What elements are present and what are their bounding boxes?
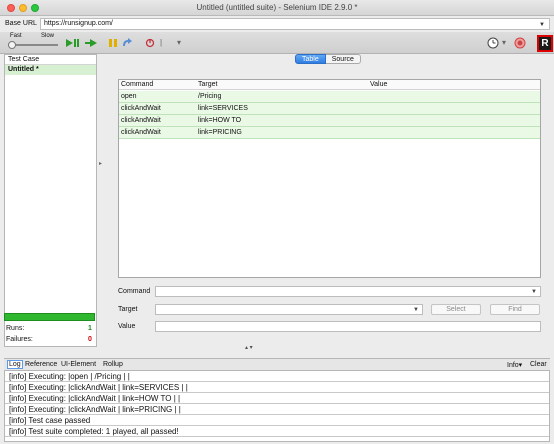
- test-case-header: Test Case: [5, 55, 96, 65]
- chevron-down-icon[interactable]: ▾: [502, 38, 506, 47]
- tab-log[interactable]: Log: [7, 360, 23, 369]
- base-url-value: https://runsignup.com/: [44, 20, 113, 27]
- log-line: [info] Executing: |clickAndWait | link=H…: [5, 393, 549, 404]
- chevron-down-icon[interactable]: ▾: [177, 38, 181, 47]
- table-row[interactable]: open /Pricing: [119, 91, 540, 103]
- tab-rollup[interactable]: Rollup: [103, 361, 123, 368]
- row-target: /Pricing: [198, 93, 222, 100]
- column-header-target[interactable]: Target: [198, 81, 217, 88]
- window-title: Untitled (untitled suite) - Selenium IDE…: [196, 3, 358, 12]
- base-url-input[interactable]: https://runsignup.com/ ▼: [40, 18, 550, 30]
- table-header: Command Target Value: [119, 80, 540, 90]
- vertical-splitter-handle[interactable]: ▸: [99, 160, 102, 167]
- tab-table[interactable]: Table: [295, 54, 326, 64]
- base-url-row: Base URL https://runsignup.com/ ▼: [0, 16, 554, 32]
- log-line: [info] Executing: |clickAndWait | link=S…: [5, 382, 549, 393]
- step-icon[interactable]: [120, 37, 134, 49]
- runs-label: Runs:: [6, 325, 25, 332]
- log-line: [info] Test suite completed: 1 played, a…: [5, 426, 549, 437]
- command-label: Command: [118, 288, 151, 295]
- log-tabs-bar: Log Reference UI-Element Rollup Info▾ Cl…: [4, 358, 550, 370]
- test-case-panel: Test Case Untitled *: [4, 54, 97, 347]
- runs-value: 1: [88, 325, 92, 332]
- log-line: [info] Test case passed: [5, 415, 549, 426]
- chevron-down-icon[interactable]: ▼: [539, 22, 545, 28]
- toolbar: Fast Slow | ▾ ▾ R: [0, 32, 554, 54]
- title-bar: Untitled (untitled suite) - Selenium IDE…: [0, 0, 554, 16]
- selenium-logo[interactable]: R: [537, 35, 553, 52]
- chevron-down-icon[interactable]: ▼: [531, 289, 537, 295]
- column-header-value[interactable]: Value: [370, 81, 387, 88]
- row-command: clickAndWait: [121, 105, 161, 112]
- run-progress-bar: [4, 313, 95, 321]
- row-command: clickAndWait: [121, 117, 161, 124]
- speed-fast-label: Fast: [10, 33, 22, 39]
- speed-slow-label: Slow: [41, 33, 55, 39]
- rollup-icon[interactable]: [143, 37, 157, 49]
- log-line: [info] Executing: |open | /Pricing | |: [5, 371, 549, 382]
- target-label: Target: [118, 306, 138, 313]
- schedule-icon[interactable]: [486, 37, 500, 49]
- log-line: [info] Executing: |clickAndWait | link=P…: [5, 404, 549, 415]
- row-command: clickAndWait: [121, 129, 161, 136]
- tab-source[interactable]: Source: [325, 54, 361, 64]
- pause-icon[interactable]: [106, 37, 120, 49]
- record-icon[interactable]: [513, 37, 527, 49]
- clear-log-button[interactable]: Clear: [530, 361, 547, 368]
- row-target: link=HOW TO: [198, 117, 242, 124]
- view-tabs: Table Source: [295, 54, 361, 64]
- value-input[interactable]: [155, 321, 541, 332]
- commands-table: Command Target Value open /Pricing click…: [118, 79, 541, 278]
- speed-slider-knob[interactable]: [8, 41, 16, 49]
- failures-value: 0: [88, 336, 92, 343]
- failures-label: Failures:: [6, 336, 33, 343]
- target-input[interactable]: ▼: [155, 304, 423, 315]
- tab-ui-element[interactable]: UI-Element: [61, 361, 96, 368]
- select-button[interactable]: Select: [431, 304, 481, 315]
- log-output: [info] Executing: |open | /Pricing | | […: [4, 370, 550, 442]
- column-header-command[interactable]: Command: [121, 81, 153, 88]
- horizontal-splitter-handle[interactable]: ▴ ▾: [245, 344, 253, 351]
- row-target: link=PRICING: [198, 129, 242, 136]
- test-case-item[interactable]: Untitled *: [5, 65, 96, 75]
- base-url-label: Base URL: [5, 20, 37, 27]
- chevron-down-icon[interactable]: ▼: [413, 307, 419, 313]
- tab-reference[interactable]: Reference: [25, 361, 57, 368]
- table-row[interactable]: clickAndWait link=SERVICES: [119, 103, 540, 115]
- table-row[interactable]: clickAndWait link=PRICING: [119, 127, 540, 139]
- info-filter-dropdown[interactable]: Info▾: [507, 361, 522, 369]
- toolbar-divider: |: [160, 38, 163, 47]
- row-command: open: [121, 93, 137, 100]
- play-test-icon[interactable]: [85, 37, 99, 49]
- table-row[interactable]: clickAndWait link=HOW TO: [119, 115, 540, 127]
- play-suite-icon[interactable]: [65, 37, 79, 49]
- command-input[interactable]: ▼: [155, 286, 541, 297]
- row-target: link=SERVICES: [198, 105, 248, 112]
- value-label: Value: [118, 323, 136, 330]
- find-button[interactable]: Find: [490, 304, 540, 315]
